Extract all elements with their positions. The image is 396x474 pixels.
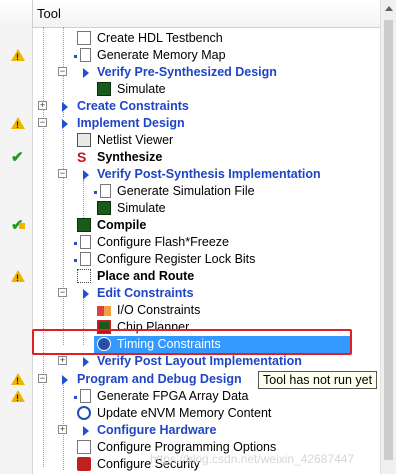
tree-item-label: Verify Post-Synthesis Implementation	[97, 167, 321, 181]
io-constraints-icon	[97, 306, 111, 316]
collapse-icon[interactable]: −	[58, 67, 67, 76]
tree-item-netlist-viewer[interactable]: Netlist Viewer	[0, 132, 380, 149]
document-icon	[80, 48, 91, 62]
tool-column-header[interactable]: Tool	[37, 6, 61, 21]
tree-item-update-envm-memory-content[interactable]: Update eNVM Memory Content	[0, 405, 380, 422]
tree-item-configure-hardware[interactable]: + Configure Hardware	[0, 422, 380, 439]
tree-item-place-and-route[interactable]: ! Place and Route	[0, 268, 380, 285]
tree-item-label: Create Constraints	[77, 99, 189, 113]
watermark: https://blog.csdn.net/weixin_42687447	[150, 452, 355, 466]
tree-item-verify-pre-synthesized-design[interactable]: − Verify Pre-Synthesized Design	[0, 64, 380, 81]
tree-item-label: Compile	[97, 218, 147, 232]
tree-item-label: Verify Pre-Synthesized Design	[97, 65, 277, 79]
tree-item-label: Simulate	[117, 201, 166, 215]
vertical-scrollbar[interactable]	[380, 0, 396, 474]
tree-item-simulate-post-synthesis[interactable]: Simulate	[0, 200, 380, 217]
tree-item-edit-constraints[interactable]: − Edit Constraints	[0, 285, 380, 302]
red-highlight-box	[32, 329, 352, 355]
tree-item-generate-fpga-array-data[interactable]: ! Generate FPGA Array Data	[0, 388, 380, 405]
blue-arrow-icon	[62, 375, 68, 385]
tree-item-generate-memory-map[interactable]: ! Generate Memory Map	[0, 47, 380, 64]
scroll-up-icon[interactable]	[385, 6, 393, 11]
tree-item-label: Create HDL Testbench	[97, 31, 223, 45]
tree-item-label: I/O Constraints	[117, 303, 201, 317]
update-envm-icon	[77, 406, 91, 420]
simulate-icon	[97, 201, 111, 215]
tree-item-verify-post-synthesis-implementation[interactable]: − Verify Post-Synthesis Implementation	[0, 166, 380, 183]
tree-item-label: Synthesize	[97, 150, 163, 164]
collapse-icon[interactable]: −	[58, 169, 67, 178]
document-icon	[80, 252, 91, 266]
document-icon	[100, 184, 111, 198]
success-check-icon: ✔	[11, 149, 24, 166]
warning-icon: !	[10, 48, 26, 63]
bullet-icon	[74, 396, 77, 399]
tree-item-verify-post-layout-implementation[interactable]: + Verify Post Layout Implementation	[0, 353, 380, 370]
tree-item-label: Simulate	[117, 82, 166, 96]
expand-icon[interactable]: +	[58, 356, 67, 365]
scrollbar-thumb[interactable]	[384, 20, 393, 460]
netlist-viewer-icon	[77, 133, 91, 147]
warning-icon: !	[10, 116, 26, 131]
testbench-icon	[77, 31, 91, 45]
blue-arrow-icon	[83, 170, 89, 180]
warning-icon: !	[10, 372, 26, 387]
simulate-icon	[97, 82, 111, 96]
collapse-icon[interactable]: −	[38, 118, 47, 127]
tree-item-label: Configure Hardware	[97, 423, 217, 437]
tree-item-label: Place and Route	[97, 269, 195, 283]
expand-icon[interactable]: +	[38, 101, 47, 110]
tree-item-configure-flash-freeze[interactable]: Configure Flash*Freeze	[0, 234, 380, 251]
warning-icon: !	[10, 389, 26, 404]
bullet-icon	[74, 242, 77, 245]
bullet-icon	[74, 55, 77, 58]
blue-arrow-icon	[83, 357, 89, 367]
tree-item-label: Netlist Viewer	[97, 133, 174, 147]
tree-item-label: Program and Debug Design	[77, 372, 242, 386]
synthesize-icon: S	[77, 149, 87, 165]
tree-item-compile[interactable]: ✔ Compile	[0, 217, 380, 234]
tree-item-label: Generate Simulation File	[117, 184, 255, 198]
place-route-icon	[77, 269, 91, 283]
blue-arrow-icon	[83, 68, 89, 78]
tree-item-label: Implement Design	[77, 116, 185, 130]
blue-arrow-icon	[83, 289, 89, 299]
tree-item-label: Generate Memory Map	[97, 48, 226, 62]
tree-item-create-constraints[interactable]: + Create Constraints	[0, 98, 380, 115]
tree-item-label: Update eNVM Memory Content	[97, 406, 272, 420]
blue-arrow-icon	[83, 426, 89, 436]
tree-item-simulate[interactable]: Simulate	[0, 81, 380, 98]
blue-arrow-icon	[62, 119, 68, 129]
tree-item-io-constraints[interactable]: I/O Constraints	[0, 302, 380, 319]
expand-icon[interactable]: +	[58, 425, 67, 434]
compile-icon	[77, 218, 91, 232]
document-icon	[80, 235, 91, 249]
tree-item-label: Generate FPGA Array Data	[97, 389, 249, 403]
document-icon	[77, 440, 91, 454]
warning-icon: !	[10, 269, 26, 284]
design-flow-panel: Tool Create HDL Testbench ! Generate Mem…	[0, 0, 396, 474]
tree-item-synthesize[interactable]: ✔ S Synthesize	[0, 149, 380, 166]
collapse-icon[interactable]: −	[58, 288, 67, 297]
blue-arrow-icon	[62, 102, 68, 112]
tree-item-implement-design[interactable]: ! − Implement Design	[0, 115, 380, 132]
tree-item-label: Edit Constraints	[97, 286, 194, 300]
bullet-icon	[94, 191, 97, 194]
success-warning-icon: ✔	[11, 217, 25, 234]
collapse-icon[interactable]: −	[38, 374, 47, 383]
document-icon	[80, 389, 91, 403]
tree-header: Tool	[0, 0, 380, 28]
status-column-header[interactable]	[0, 0, 33, 27]
tooltip: Tool has not run yet	[258, 371, 378, 389]
tree-item-create-hdl-testbench[interactable]: Create HDL Testbench	[0, 30, 380, 47]
tree-item-label: Configure Flash*Freeze	[97, 235, 230, 249]
tree-item-generate-simulation-file[interactable]: Generate Simulation File	[0, 183, 380, 200]
security-icon	[77, 457, 91, 471]
tree-item-label: Configure Register Lock Bits	[97, 252, 256, 266]
tree-item-label: Verify Post Layout Implementation	[97, 354, 302, 368]
tree-item-configure-register-lock-bits[interactable]: Configure Register Lock Bits	[0, 251, 380, 268]
bullet-icon	[74, 259, 77, 262]
